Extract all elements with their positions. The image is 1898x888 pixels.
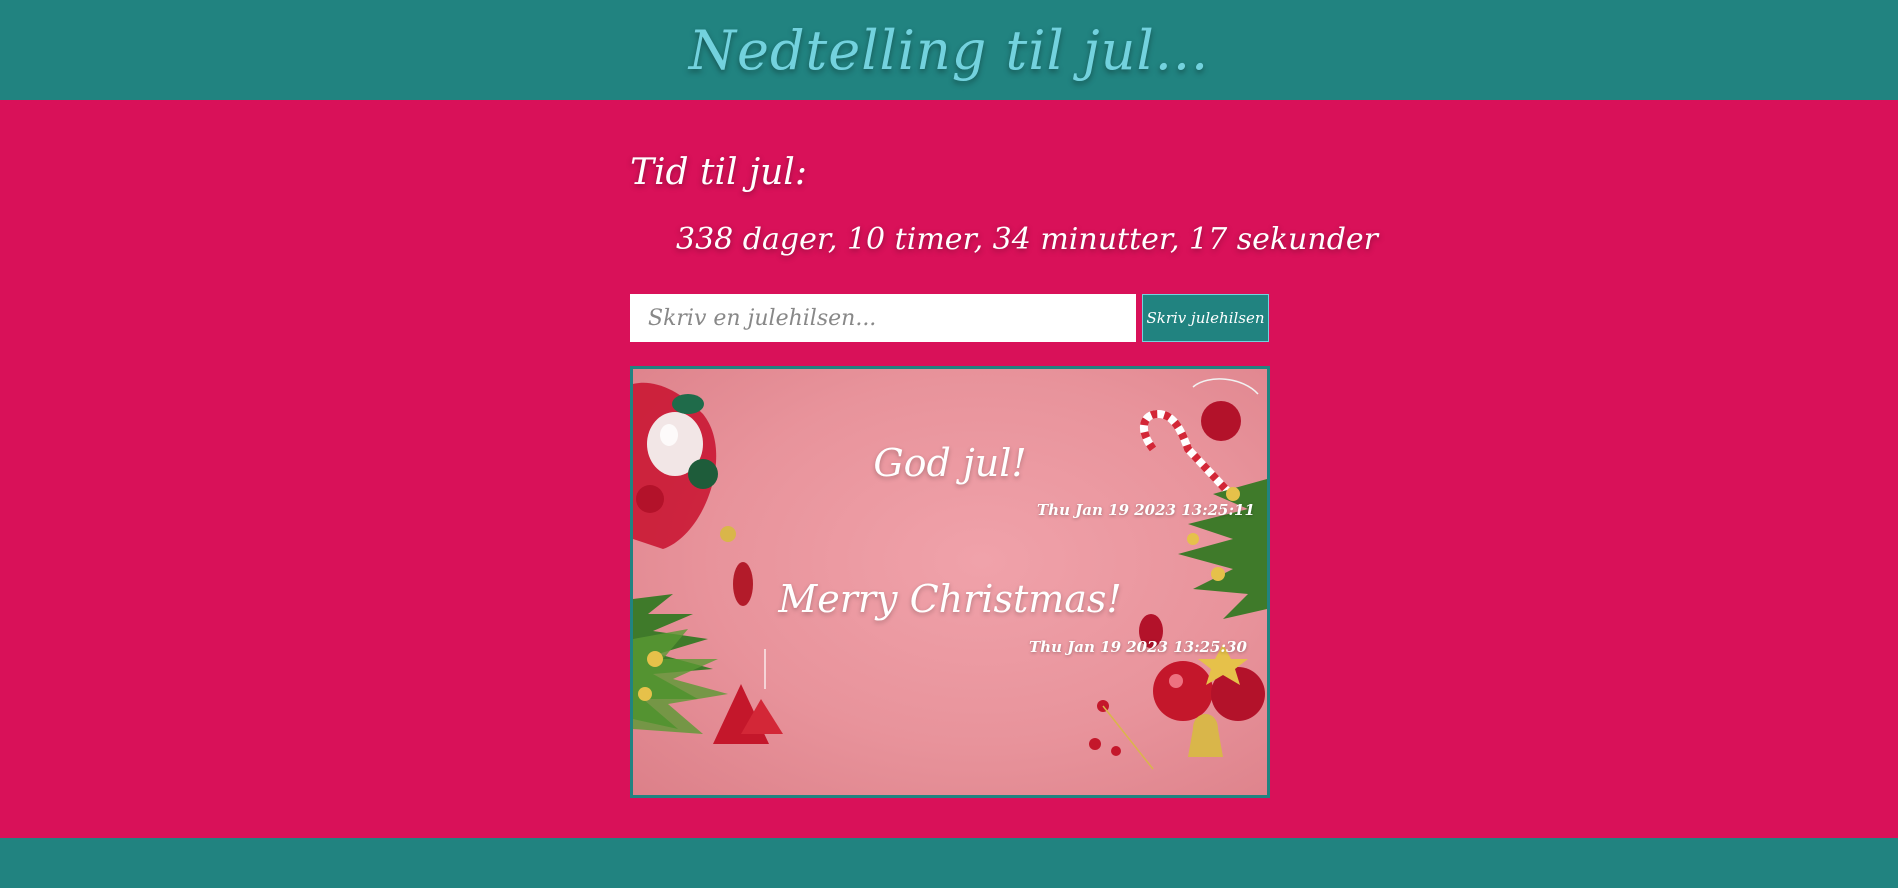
countdown-value: 338 dager, 10 timer, 34 minutter, 17 sek… — [676, 222, 1378, 257]
page-title: Nedtelling til jul... — [688, 18, 1210, 82]
greeting-card: God jul! Thu Jan 19 2023 13:25:11 Merry … — [630, 366, 1270, 798]
page-header: Nedtelling til jul... — [0, 0, 1898, 100]
greeting-timestamp: Thu Jan 19 2023 13:25:30 — [1029, 638, 1247, 656]
page-footer — [0, 838, 1898, 888]
greeting-timestamp: Thu Jan 19 2023 13:25:11 — [1037, 501, 1255, 519]
countdown-label: Tid til jul: — [630, 152, 807, 193]
greeting-message: Merry Christmas! — [778, 577, 1122, 621]
greeting-input[interactable] — [630, 294, 1136, 342]
greeting-message: God jul! — [873, 441, 1027, 485]
write-greeting-button[interactable]: Skriv julehilsen — [1142, 294, 1269, 342]
